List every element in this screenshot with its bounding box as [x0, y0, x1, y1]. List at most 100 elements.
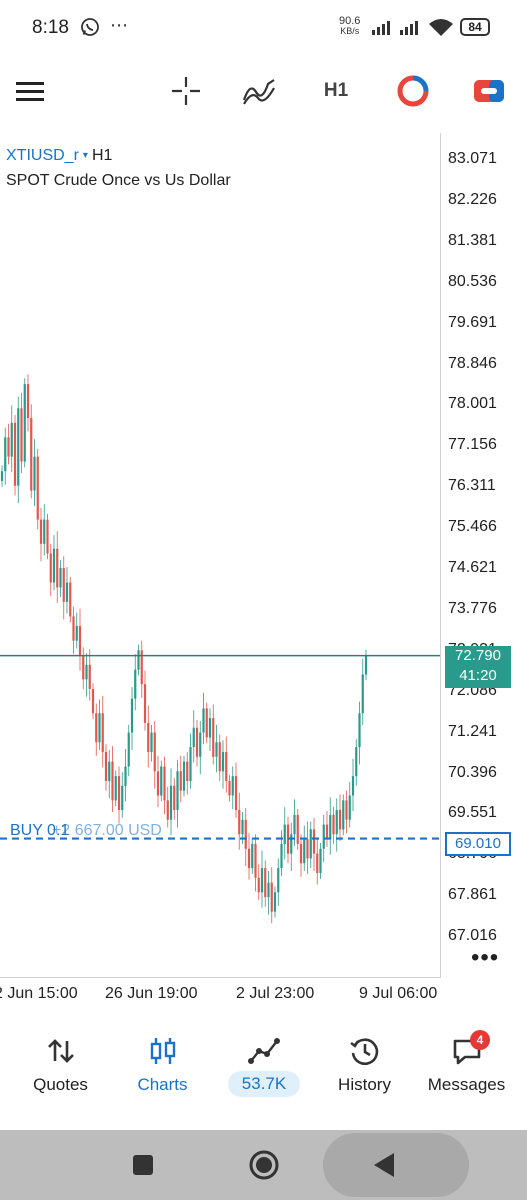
candle-body	[192, 727, 195, 748]
network-speed: 90.6 KB/s	[339, 16, 360, 36]
back-icon[interactable]	[372, 1152, 396, 1178]
price-axis-label: 71.241	[448, 722, 497, 740]
candle-body	[163, 766, 166, 801]
candle-body	[202, 708, 205, 733]
nav-label: Messages	[427, 1075, 506, 1094]
candle-body	[127, 732, 130, 767]
candle-body	[52, 548, 56, 583]
buy-price-tag[interactable]: 69.010	[445, 832, 511, 856]
candle-body	[322, 824, 325, 849]
candle-body	[46, 519, 49, 554]
timeframe-button[interactable]: H1	[314, 58, 358, 124]
price-axis-label: 80.536	[448, 272, 497, 290]
candlestick-chart-icon	[150, 1038, 175, 1064]
candle-body	[257, 877, 260, 893]
candle-body	[361, 674, 364, 714]
nav-trade-label[interactable]: 53.7K	[228, 1071, 300, 1097]
candle-body	[273, 892, 277, 912]
candle-body	[241, 819, 244, 835]
symbol-name: XTIUSD_r	[6, 147, 79, 164]
trade-toggle-icon	[474, 80, 504, 102]
candle-body	[189, 747, 192, 781]
candle-body	[36, 456, 39, 520]
candle-body	[303, 839, 306, 864]
status-time: 8:18	[32, 17, 69, 38]
candle-body	[65, 582, 69, 602]
candle-body	[225, 751, 228, 781]
nav-history[interactable]: History	[312, 1025, 417, 1125]
indicators-button[interactable]	[236, 58, 282, 124]
candle-body	[88, 664, 91, 690]
candle-body	[150, 732, 153, 752]
current-price-tag: 72.790 41:20	[445, 646, 511, 688]
price-axis-label: 78.001	[448, 395, 497, 413]
candle-body	[299, 843, 303, 864]
chart-objects-button[interactable]	[390, 58, 436, 124]
candle-body	[319, 848, 322, 873]
price-axis-label: 69.551	[448, 804, 497, 822]
nav-quotes[interactable]: Quotes	[8, 1025, 113, 1125]
indicators-icon	[242, 79, 275, 105]
nav-charts[interactable]: Charts	[110, 1025, 215, 1125]
candlestick-plot[interactable]	[0, 133, 440, 977]
candle-body	[33, 456, 36, 491]
symbol-description: SPOT Crude Once vs Us Dollar	[6, 172, 231, 189]
candle-body	[75, 626, 78, 641]
back-button-highlight	[323, 1133, 469, 1197]
candle-body	[195, 727, 199, 757]
candle-body	[283, 824, 286, 844]
candle-body	[260, 868, 264, 893]
time-axis-label: 2 Jul 23:00	[236, 985, 315, 1002]
candle-body	[0, 471, 4, 481]
candle-body	[338, 810, 342, 830]
nav-label: Quotes	[33, 1075, 88, 1094]
trade-line-icon	[247, 1038, 280, 1064]
candle-body	[147, 722, 150, 752]
candle-body	[111, 761, 114, 801]
candle-body	[95, 713, 98, 743]
price-axis-label: 79.691	[448, 313, 497, 331]
price-axis-label: 67.861	[448, 886, 497, 904]
candle-body	[267, 882, 270, 898]
candle-body	[221, 751, 225, 772]
recent-apps-icon[interactable]	[132, 1154, 154, 1176]
nav-messages[interactable]: Messages	[414, 1025, 519, 1125]
candle-body	[10, 422, 13, 457]
candle-body	[166, 800, 169, 820]
price-axis-label: 82.226	[448, 190, 497, 208]
chart-objects-icon	[397, 75, 429, 107]
home-icon[interactable]	[248, 1149, 280, 1181]
candle-body	[62, 568, 65, 602]
candle-body	[98, 713, 101, 743]
price-axis-label: 78.846	[448, 354, 497, 372]
candle-body	[173, 785, 176, 811]
more-dots-icon[interactable]: •••	[471, 944, 499, 972]
candle-body	[121, 785, 124, 811]
candle-body	[342, 800, 345, 830]
candle-body	[186, 761, 189, 781]
network-speed-unit: KB/s	[340, 26, 360, 36]
candle-body	[251, 843, 254, 869]
crosshair-button[interactable]	[164, 58, 208, 124]
candle-body	[329, 814, 332, 840]
trade-toggle-button[interactable]	[466, 58, 512, 124]
candle-body	[254, 843, 257, 878]
candle-body	[234, 776, 238, 811]
candle-body	[277, 868, 280, 893]
price-axis-label: 74.621	[448, 559, 497, 576]
candle-body	[238, 810, 241, 835]
candle-body	[156, 771, 160, 796]
price-axis-label: 73.776	[448, 599, 497, 617]
price-axis-label: 67.016	[448, 927, 497, 945]
price-axis-label: 83.071	[448, 150, 497, 167]
candle-body	[134, 669, 137, 699]
candle-body	[358, 713, 361, 748]
symbol-selector[interactable]: XTIUSD_r ▾ H1	[6, 147, 112, 165]
candle-body	[348, 795, 351, 820]
candle-body	[39, 519, 43, 544]
menu-button[interactable]	[8, 58, 52, 124]
candle-body	[215, 742, 218, 757]
nav-label: History	[338, 1075, 391, 1094]
candle-body	[306, 839, 309, 859]
candle-body	[108, 761, 111, 781]
